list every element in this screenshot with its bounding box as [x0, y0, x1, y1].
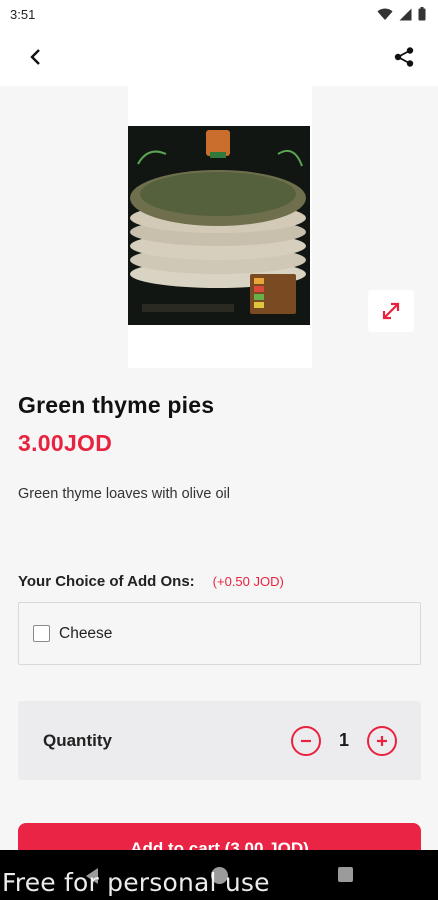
product-title: Green thyme pies [18, 392, 215, 418]
battery-icon [418, 7, 426, 21]
expand-image-button[interactable] [368, 290, 414, 332]
signal-icon [399, 8, 412, 20]
watermark-text: Free for personal use [2, 868, 270, 897]
product-image[interactable] [128, 126, 310, 325]
addons-extra-price: (+0.50 JOD) [212, 574, 284, 589]
increase-quantity-button[interactable] [367, 725, 397, 756]
app-bar [0, 28, 438, 86]
status-icons [377, 7, 426, 21]
expand-icon [382, 302, 400, 320]
wifi-icon [377, 8, 393, 20]
status-bar: 3:51 [0, 0, 438, 28]
minus-icon [301, 739, 311, 742]
decrease-quantity-button[interactable] [291, 725, 321, 756]
share-icon [394, 47, 414, 67]
thyme-pies-photo [128, 126, 310, 325]
quantity-label: Quantity [43, 730, 112, 750]
product-price: 3.00JOD [18, 430, 113, 456]
nav-recents-icon[interactable] [338, 867, 353, 882]
plus-icon [377, 735, 387, 746]
product-description: Green thyme loaves with olive oil [18, 486, 230, 502]
back-arrow-icon [30, 49, 40, 65]
addon-option-label: Cheese [59, 624, 113, 642]
addons-header: Your Choice of Add Ons: (+0.50 JOD) [18, 573, 284, 590]
quantity-value: 1 [338, 730, 349, 750]
addon-option-cheese[interactable]: Cheese [18, 602, 421, 665]
quantity-stepper: 1 [291, 725, 397, 756]
addons-label: Your Choice of Add Ons: [18, 573, 195, 590]
share-button[interactable] [388, 41, 420, 73]
cheese-checkbox[interactable] [33, 625, 50, 642]
back-button[interactable] [20, 41, 52, 73]
quantity-selector: Quantity 1 [18, 701, 421, 780]
status-time: 3:51 [10, 6, 36, 22]
